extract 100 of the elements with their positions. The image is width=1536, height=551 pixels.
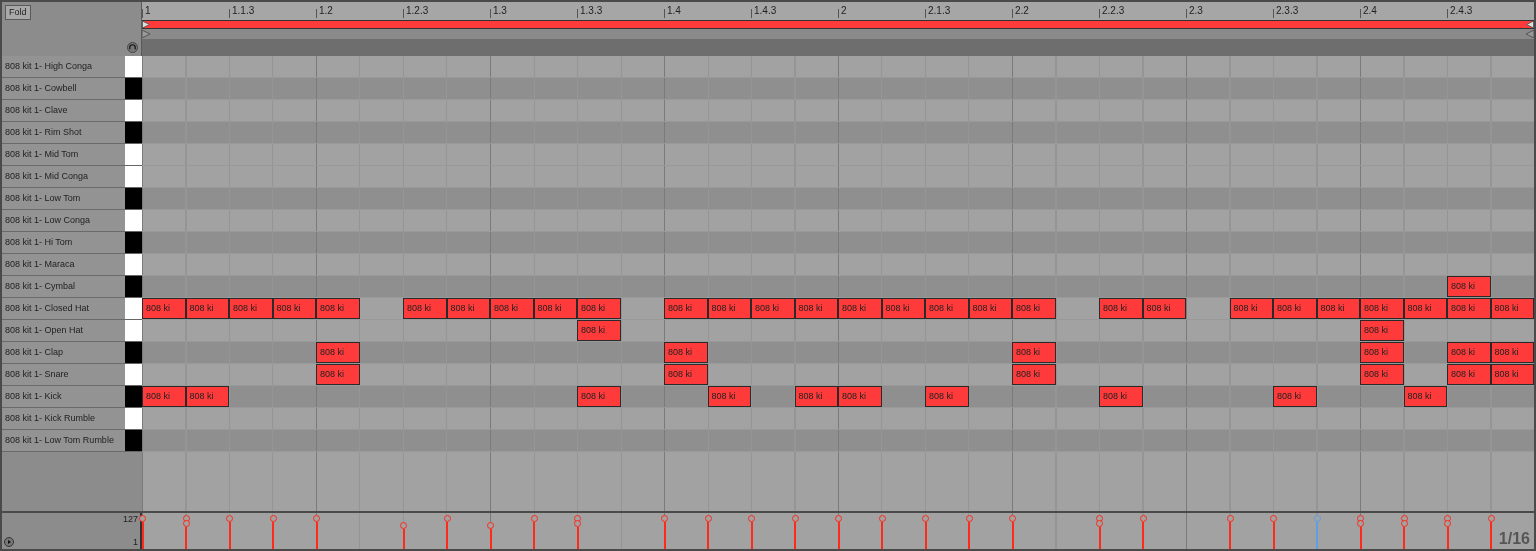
note[interactable]: 808 ki: [1142, 298, 1186, 319]
note[interactable]: 808 ki: [142, 386, 186, 407]
track-label[interactable]: 808 kit 1- Kick: [2, 386, 125, 408]
note[interactable]: 808 ki: [1490, 364, 1534, 385]
track-label[interactable]: 808 kit 1- Hi Tom: [2, 232, 125, 254]
velocity-marker[interactable]: [878, 515, 886, 549]
note[interactable]: 808 ki: [185, 298, 229, 319]
note[interactable]: 808 ki: [1447, 342, 1491, 363]
piano-key[interactable]: [125, 364, 142, 386]
note[interactable]: 808 ki: [838, 298, 882, 319]
velocity-marker[interactable]: [269, 515, 277, 549]
note[interactable]: 808 ki: [1403, 298, 1447, 319]
note[interactable]: 808 ki: [316, 342, 360, 363]
piano-key[interactable]: [125, 276, 142, 298]
velocity-marker[interactable]: [1096, 515, 1103, 549]
velocity-marker[interactable]: [1487, 515, 1495, 549]
piano-key[interactable]: [125, 122, 142, 144]
note[interactable]: 808 ki: [751, 298, 795, 319]
piano-key[interactable]: [125, 100, 142, 122]
track-label[interactable]: 808 kit 1- Cowbell: [2, 78, 125, 100]
track-label[interactable]: 808 kit 1- Mid Tom: [2, 144, 125, 166]
velocity-marker[interactable]: [1139, 515, 1147, 549]
note[interactable]: 808 ki: [1360, 364, 1404, 385]
piano-key[interactable]: [125, 430, 142, 452]
velocity-handle[interactable]: [661, 515, 668, 522]
velocity-handle[interactable]: [1226, 515, 1234, 522]
velocity-handle[interactable]: [748, 515, 755, 522]
grid-row[interactable]: 808 ki 808 ki: [142, 320, 1534, 342]
note[interactable]: 808 ki: [490, 298, 534, 319]
velocity-handle[interactable]: [269, 515, 277, 522]
velocity-marker[interactable]: [704, 515, 712, 549]
piano-key[interactable]: [125, 78, 142, 100]
note[interactable]: 808 ki: [1229, 298, 1273, 319]
velocity-marker[interactable]: [835, 515, 842, 549]
velocity-handle[interactable]: [487, 522, 494, 529]
note[interactable]: 808 ki: [1273, 298, 1317, 319]
grid-row[interactable]: 808 ki 808 ki 808 ki 808 ki 808 ki 808 ki: [142, 364, 1534, 386]
velocity-marker[interactable]: [487, 522, 494, 549]
note[interactable]: 808 ki: [881, 298, 925, 319]
velocity-handle[interactable]: [704, 515, 712, 522]
track-label[interactable]: 808 kit 1- Low Tom: [2, 188, 125, 210]
track-label[interactable]: 808 kit 1- Mid Conga: [2, 166, 125, 188]
velocity-marker[interactable]: [922, 515, 929, 549]
track-label[interactable]: 808 kit 1- Cymbal: [2, 276, 125, 298]
track-label[interactable]: 808 kit 1- Maraca: [2, 254, 125, 276]
piano-key[interactable]: [125, 320, 142, 342]
velocity-marker[interactable]: [1270, 515, 1277, 549]
note[interactable]: 808 ki: [142, 298, 186, 319]
note[interactable]: 808 ki: [533, 298, 577, 319]
note[interactable]: 808 ki: [1316, 298, 1360, 319]
note[interactable]: 808 ki: [1360, 342, 1404, 363]
track-label[interactable]: 808 kit 1- Open Hat: [2, 320, 125, 342]
track-label[interactable]: 808 kit 1- Kick Rumble: [2, 408, 125, 430]
velocity-handle[interactable]: [1487, 515, 1495, 522]
note[interactable]: 808 ki: [838, 386, 882, 407]
grid-row[interactable]: 808 ki 808 ki 808 ki 808 ki 808 ki 808 ki 808 ki 808 ki 808 ki 808 ki 808 ki 808 ki 808 ki 808 ki 808 ki 808 ki 808 ki 808 ki 808 ki 808 ki 808 ki 808 ki 808 ki 808 ki 808 ki 808 ki 808 ki 808 ki: [142, 298, 1534, 320]
marker-strip[interactable]: [142, 29, 1534, 39]
velocity-marker[interactable]: [1357, 515, 1364, 549]
velocity-handle[interactable]: [1270, 515, 1277, 522]
velocity-handle[interactable]: [1096, 515, 1103, 527]
velocity-marker[interactable]: [1313, 515, 1321, 549]
loop-end-icon[interactable]: [1526, 21, 1534, 28]
note[interactable]: 808 ki: [707, 298, 751, 319]
note[interactable]: 808 ki: [1403, 386, 1447, 407]
velocity-handle[interactable]: [574, 515, 581, 527]
velocity-handle[interactable]: [965, 515, 973, 522]
note[interactable]: 808 ki: [707, 386, 751, 407]
note[interactable]: 808 ki: [1273, 386, 1317, 407]
note[interactable]: 808 ki: [1099, 386, 1143, 407]
track-label[interactable]: 808 kit 1- Clap: [2, 342, 125, 364]
velocity-marker[interactable]: [1444, 515, 1451, 549]
note[interactable]: 808 ki: [664, 342, 708, 363]
note[interactable]: 808 ki: [1012, 298, 1056, 319]
note[interactable]: 808 ki: [664, 298, 708, 319]
note[interactable]: 808 ki: [1012, 342, 1056, 363]
velocity-marker[interactable]: [1009, 515, 1016, 549]
velocity-handle[interactable]: [139, 515, 146, 522]
velocity-handle[interactable]: [1313, 515, 1321, 522]
piano-key[interactable]: [125, 210, 142, 232]
velocity-handle[interactable]: [922, 515, 929, 522]
note[interactable]: 808 ki: [316, 298, 360, 319]
velocity-marker[interactable]: [139, 515, 146, 549]
piano-key[interactable]: [125, 408, 142, 430]
velocity-marker[interactable]: [226, 515, 233, 549]
piano-key[interactable]: [125, 166, 142, 188]
track-label[interactable]: 808 kit 1- Closed Hat: [2, 298, 125, 320]
velocity-marker[interactable]: [1400, 515, 1408, 549]
note[interactable]: 808 ki: [229, 298, 273, 319]
note[interactable]: 808 ki: [1447, 298, 1491, 319]
note[interactable]: 808 ki: [316, 364, 360, 385]
note[interactable]: 808 ki: [1012, 364, 1056, 385]
note[interactable]: 808 ki: [577, 386, 621, 407]
note[interactable]: 808 ki: [1360, 320, 1404, 341]
note[interactable]: 808 ki: [403, 298, 447, 319]
note[interactable]: 808 ki: [1099, 298, 1143, 319]
velocity-marker[interactable]: [791, 515, 799, 549]
velocity-marker[interactable]: [1226, 515, 1234, 549]
grid-row[interactable]: 808 ki: [142, 276, 1534, 298]
note[interactable]: 808 ki: [446, 298, 490, 319]
grid-row[interactable]: 808 ki 808 ki 808 ki 808 ki 808 ki 808 ki: [142, 342, 1534, 364]
